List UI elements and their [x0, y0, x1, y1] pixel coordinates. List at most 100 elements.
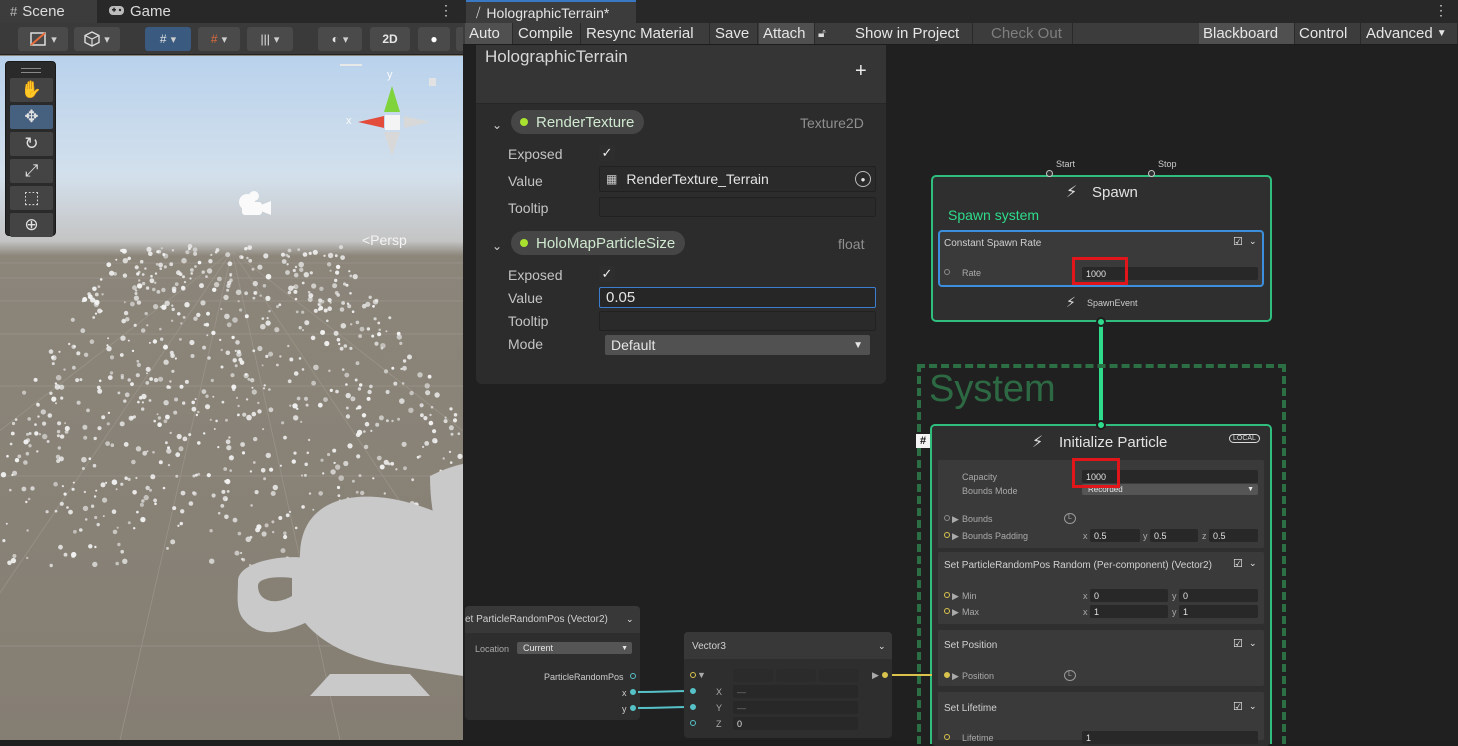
z-input-port[interactable]	[690, 720, 696, 726]
output-port[interactable]	[630, 673, 636, 679]
scene-more-menu-icon[interactable]: ⋮	[439, 2, 453, 20]
local-space-icon[interactable]: L	[1064, 670, 1076, 681]
block-enabled-checkbox[interactable]: ☑	[1233, 637, 1243, 650]
rate-port[interactable]	[944, 269, 950, 275]
draw-mode-button[interactable]	[18, 27, 68, 51]
bounds-padding-port[interactable]	[944, 532, 950, 538]
shading-mode-button[interactable]	[74, 27, 120, 51]
rotate-tool-button[interactable]: ↻	[10, 132, 53, 156]
drag-handle-icon[interactable]	[21, 68, 41, 73]
object-picker-icon[interactable]: ●	[855, 171, 871, 187]
chevron-down-icon[interactable]: ⌄	[1249, 701, 1257, 712]
chevron-down-icon[interactable]: ⌄	[1249, 236, 1257, 247]
max-port[interactable]	[944, 608, 950, 614]
add-property-button[interactable]: +	[855, 60, 867, 83]
system-label[interactable]: System	[929, 368, 1056, 411]
local-space-badge[interactable]: LOCAL	[1229, 434, 1260, 443]
local-space-icon[interactable]: L	[1064, 513, 1076, 524]
min-port[interactable]	[944, 592, 950, 598]
expand-arrow-icon[interactable]: ▶	[952, 591, 959, 602]
max-y-field[interactable]	[1179, 605, 1258, 618]
scene-viewport[interactable]: <Persp y x	[0, 56, 463, 740]
hand-tool-button[interactable]: ✋	[10, 78, 53, 102]
resync-material-button[interactable]: Resync Material	[582, 23, 710, 44]
move-tool-button[interactable]: ✥	[10, 105, 53, 129]
texture-object-field[interactable]: ▦ RenderTexture_Terrain ●	[599, 166, 876, 192]
min-x-field[interactable]	[1090, 589, 1168, 602]
persp-label[interactable]: <Persp	[362, 232, 407, 248]
property-holomapparticlesize-pill[interactable]: HoloMapParticleSize	[511, 231, 686, 255]
block-enabled-checkbox[interactable]: ☑	[1233, 557, 1243, 570]
z-field[interactable]	[733, 717, 858, 730]
audio-toggle-button[interactable]	[456, 27, 463, 51]
tab-scene[interactable]: # Scene	[0, 0, 97, 23]
exposed-checkbox[interactable]: ✓	[599, 266, 615, 282]
spawn-output-port[interactable]	[1096, 317, 1106, 327]
mode-dropdown[interactable]: Default ▼	[605, 335, 870, 355]
chevron-down-icon[interactable]: ⌄	[1249, 638, 1257, 649]
scale-tool-button[interactable]: ⤢	[10, 159, 53, 183]
chevron-down-icon[interactable]: ⌄	[626, 614, 634, 625]
position-port[interactable]	[944, 672, 950, 678]
property-rendertexture-pill[interactable]: RenderTexture	[511, 110, 645, 134]
check-out-button[interactable]: Check Out	[987, 23, 1073, 44]
scene-lighting-button[interactable]: ●	[418, 27, 450, 51]
advanced-dropdown[interactable]: Advanced ▼	[1362, 23, 1458, 44]
lock-icon[interactable]: 🔓︎	[818, 26, 826, 41]
bounds-port[interactable]	[944, 515, 950, 521]
chevron-down-icon[interactable]: ⌄	[878, 641, 886, 652]
2d-toggle-button[interactable]: 2D	[370, 27, 410, 51]
lifetime-field[interactable]	[1082, 731, 1258, 744]
property-name: HoloMapParticleSize	[536, 234, 676, 252]
chevron-down-icon[interactable]: ⌄	[492, 118, 502, 132]
grid-visibility-button[interactable]: |||	[247, 27, 293, 51]
vector3-input-port[interactable]	[690, 672, 696, 678]
exposed-checkbox[interactable]: ✓	[599, 145, 615, 161]
save-button[interactable]: Save	[711, 23, 758, 44]
expand-arrow-icon[interactable]: ▶	[952, 514, 959, 525]
collapse-arrow-icon[interactable]: ▼	[697, 670, 706, 680]
expand-arrow-icon[interactable]: ▶	[952, 531, 959, 542]
expand-arrow-icon[interactable]: ▶	[952, 607, 959, 618]
float-value-input[interactable]: 0.05	[599, 287, 876, 308]
y-input-port[interactable]	[690, 704, 696, 710]
tooltip-field[interactable]	[599, 197, 876, 217]
padding-z-value: 0.5	[1213, 531, 1226, 541]
render-mode-button[interactable]: ◐	[318, 27, 362, 51]
lifetime-port[interactable]	[944, 734, 950, 740]
scene-gizmo[interactable]: y x	[340, 64, 450, 164]
expand-arrow-icon[interactable]: ▶	[952, 671, 959, 682]
blackboard-toggle-button[interactable]: Blackboard	[1199, 23, 1295, 44]
tab-game[interactable]: Game	[100, 0, 190, 23]
chevron-down-icon: ▼	[1247, 486, 1254, 493]
show-in-project-button[interactable]: Show in Project	[851, 23, 973, 44]
y-field[interactable]	[733, 701, 858, 714]
tab-vfx-graph[interactable]: ⧸ HolographicTerrain*	[466, 0, 636, 23]
vfx-more-menu-icon[interactable]: ⋮	[1434, 2, 1448, 20]
location-dropdown[interactable]: Current ▼	[517, 642, 632, 654]
snap-increment-icon: #	[210, 32, 218, 46]
vector3-output-port[interactable]	[882, 672, 888, 678]
control-toggle-button[interactable]: Control	[1295, 23, 1361, 44]
spawn-system-label[interactable]: Spawn system	[948, 207, 1039, 223]
chevron-down-icon[interactable]: ⌄	[492, 239, 502, 253]
auto-toggle-button[interactable]: Auto	[465, 23, 513, 44]
rect-tool-button[interactable]: ⬚	[10, 186, 53, 210]
block-enabled-checkbox[interactable]: ☑	[1233, 700, 1243, 713]
x-input-port[interactable]	[690, 688, 696, 694]
x-field[interactable]	[733, 685, 858, 698]
compile-button[interactable]: Compile	[514, 23, 581, 44]
start-port[interactable]	[1046, 170, 1053, 177]
transform-tool-button[interactable]: ⊕	[10, 213, 53, 237]
increment-snap-button[interactable]: #	[198, 27, 240, 51]
max-x-field[interactable]	[1090, 605, 1168, 618]
stop-port[interactable]	[1148, 170, 1155, 177]
min-y-field[interactable]	[1179, 589, 1258, 602]
chevron-down-icon[interactable]: ⌄	[1249, 558, 1257, 569]
tooltip-field[interactable]	[599, 311, 876, 331]
block-enabled-checkbox[interactable]: ☑	[1233, 235, 1243, 248]
grid-snapping-button[interactable]: #	[145, 27, 191, 51]
attach-button[interactable]: Attach	[759, 23, 815, 44]
lightbulb-icon: ●	[430, 32, 438, 46]
init-input-port[interactable]	[1096, 420, 1106, 430]
